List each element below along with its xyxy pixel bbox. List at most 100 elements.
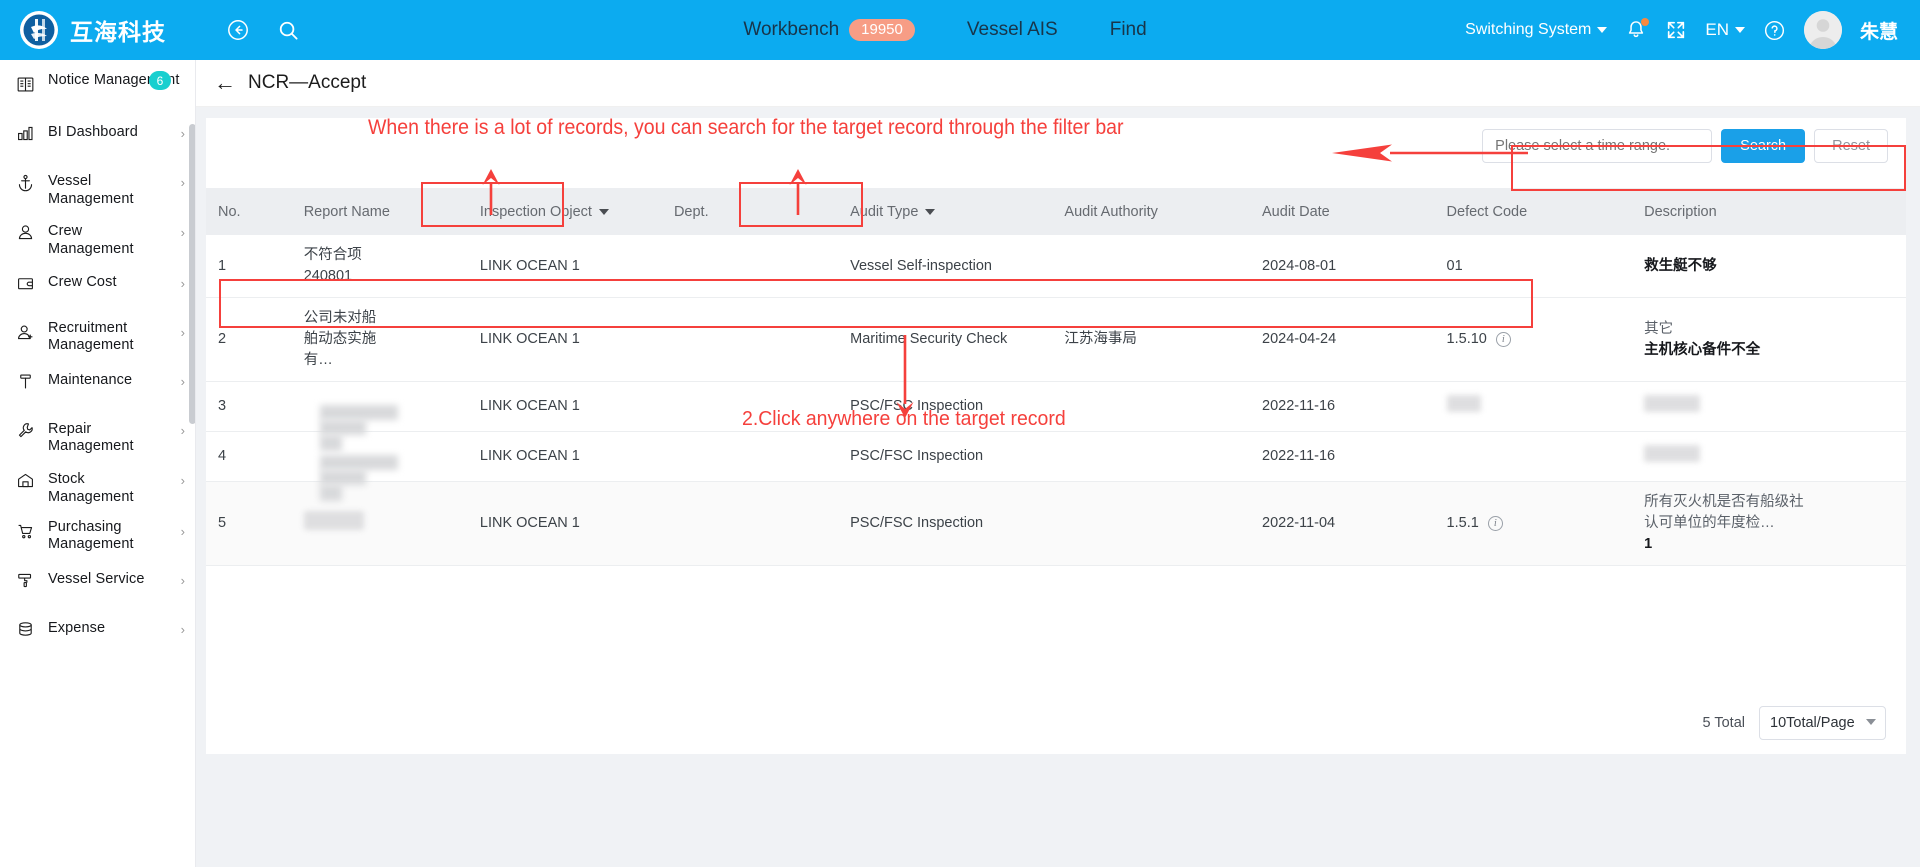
switching-system-label: Switching System bbox=[1465, 21, 1592, 38]
user-name[interactable]: 朱慧 bbox=[1860, 17, 1898, 44]
nav-find[interactable]: Find bbox=[1110, 19, 1147, 41]
cell-audit-date: 2024-04-24 bbox=[1250, 297, 1435, 383]
top-bar-right: Switching System EN 朱慧 bbox=[1465, 11, 1920, 49]
cell-audit-type: Maritime Security Check bbox=[838, 297, 1053, 383]
sidebar-item-stock-management[interactable]: Stock Management › bbox=[0, 456, 195, 506]
cart-icon bbox=[14, 507, 36, 556]
reset-button[interactable]: Reset bbox=[1814, 129, 1888, 163]
report-name-text: 不符合项240801 bbox=[303, 247, 362, 285]
table-body: 1 不符合项240801 LINK OCEAN 1 Vessel Self-in… bbox=[206, 235, 1906, 567]
arrow-left-icon[interactable]: ← bbox=[214, 72, 236, 94]
cell-report-name bbox=[291, 431, 468, 501]
cell-report-name bbox=[291, 481, 468, 567]
cell-audit-authority: 江苏海事局 bbox=[1052, 297, 1251, 383]
cell-description bbox=[1632, 381, 1906, 433]
table-row[interactable]: 4 LINK OCEAN 1 PSC/FSC Inspection 2022-1… bbox=[206, 431, 1906, 501]
top-bar: 互海科技 Workbench 19950 Vessel AIS Find Swi… bbox=[0, 0, 1920, 60]
nav-workbench[interactable]: Workbench 19950 bbox=[743, 18, 915, 42]
brand[interactable]: 互海科技 bbox=[0, 11, 205, 49]
workbench-count-badge: 19950 bbox=[849, 18, 915, 42]
sidebar-item-notice-management[interactable]: Notice Management 6 bbox=[0, 60, 195, 109]
book-icon bbox=[14, 60, 36, 109]
cell-description: 其它 主机核心备件不全 bbox=[1632, 297, 1906, 383]
search-button[interactable]: Search bbox=[1721, 129, 1806, 163]
cell-description bbox=[1632, 431, 1906, 483]
sidebar-item-label: Crew Cost bbox=[48, 273, 117, 290]
sidebar-item-recruitment-management[interactable]: Recruitment Management › bbox=[0, 308, 195, 357]
sidebar-item-label: Crew Management bbox=[48, 223, 134, 258]
table-row[interactable]: 1 不符合项240801 LINK OCEAN 1 Vessel Self-in… bbox=[206, 235, 1906, 299]
sidebar-scrollbar[interactable] bbox=[189, 124, 195, 424]
language-selector[interactable]: EN bbox=[1705, 20, 1745, 40]
sidebar-item-maintenance[interactable]: Maintenance › bbox=[0, 357, 195, 406]
chevron-right-icon: › bbox=[180, 621, 185, 637]
cell-defect-code bbox=[1434, 431, 1633, 483]
cell-audit-date: 2022-11-04 bbox=[1250, 481, 1435, 567]
notice-badge: 6 bbox=[149, 71, 171, 90]
description-bold-text: 1 bbox=[1644, 536, 1653, 553]
cell-audit-date: 2024-08-01 bbox=[1250, 235, 1435, 299]
sidebar-item-repair-management[interactable]: Repair Management › bbox=[0, 406, 195, 456]
cell-audit-type: Vessel Self-inspection bbox=[838, 235, 1053, 299]
page-size-select[interactable]: 10Total/Page bbox=[1759, 706, 1886, 740]
wallet-icon bbox=[14, 259, 36, 308]
column-header-inspection-object[interactable]: Inspection Object bbox=[467, 188, 662, 235]
page-title: NCR—Accept bbox=[248, 72, 367, 93]
chevron-down-icon bbox=[598, 208, 609, 215]
table-row[interactable]: 3 LINK OCEAN 1 PSC/FSC Inspection 2022-1… bbox=[206, 381, 1906, 451]
back-circle-icon[interactable] bbox=[221, 13, 255, 47]
switching-system-dropdown[interactable]: Switching System bbox=[1465, 21, 1608, 39]
sidebar-item-bi-dashboard[interactable]: BI Dashboard › bbox=[0, 109, 195, 158]
warehouse-icon bbox=[14, 456, 36, 505]
nav-vessel-ais[interactable]: Vessel AIS bbox=[967, 19, 1058, 41]
cell-defect-code: 1.5.10 i bbox=[1434, 297, 1633, 383]
cell-inspection-object: LINK OCEAN 1 bbox=[467, 297, 662, 383]
cell-no: 1 bbox=[206, 235, 292, 299]
table-container: No. Report Name Inspection Object Dept. bbox=[206, 188, 1906, 567]
total-count-label: 5 Total bbox=[1702, 715, 1745, 731]
description-top-text: 所有灭火机是否有船级社认可单位的年度检… bbox=[1644, 494, 1804, 532]
column-header-audit-type[interactable]: Audit Type bbox=[838, 188, 1053, 235]
sidebar-item-vessel-service[interactable]: Vessel Service › bbox=[0, 556, 195, 605]
top-nav-links: Workbench 19950 Vessel AIS Find bbox=[425, 18, 1465, 42]
description-bold-text: 主机核心备件不全 bbox=[1644, 341, 1761, 358]
sidebar-item-purchasing-management[interactable]: Purchasing Management › bbox=[0, 507, 195, 556]
bell-notification-dot bbox=[1641, 18, 1650, 26]
search-icon[interactable] bbox=[271, 13, 305, 47]
cell-dept bbox=[661, 481, 839, 567]
sidebar-item-label: BI Dashboard bbox=[48, 124, 138, 140]
bell-icon[interactable] bbox=[1625, 18, 1650, 41]
table-row[interactable]: 5 LINK OCEAN 1 PSC/FSC Inspection 2022-1… bbox=[206, 481, 1906, 567]
fullscreen-icon[interactable] bbox=[1665, 19, 1687, 41]
cell-dept bbox=[661, 297, 839, 383]
time-range-input[interactable] bbox=[1482, 129, 1713, 163]
sidebar-item-label: Recruitment Management bbox=[48, 319, 134, 354]
info-icon[interactable]: i bbox=[1487, 515, 1503, 531]
avatar[interactable] bbox=[1803, 11, 1842, 49]
paint-roller-icon bbox=[14, 556, 36, 605]
cell-description: 所有灭火机是否有船级社认可单位的年度检… 1 bbox=[1632, 481, 1906, 567]
sidebar-item-label: Stock Management bbox=[48, 471, 134, 505]
sidebar-item-label: Vessel Management bbox=[48, 173, 134, 207]
cell-audit-date: 2022-11-16 bbox=[1250, 381, 1435, 433]
sidebar-item-crew-cost[interactable]: Crew Cost › bbox=[0, 259, 195, 308]
cell-inspection-object: LINK OCEAN 1 bbox=[467, 381, 662, 433]
table-row[interactable]: 2 公司未对船舶动态实施有… LINK OCEAN 1 Maritime Sec… bbox=[206, 297, 1906, 383]
sidebar-item-crew-management[interactable]: Crew Management › bbox=[0, 208, 195, 258]
pagination: 5 Total 10Total/Page bbox=[1703, 706, 1886, 740]
column-header-label: Audit Type bbox=[850, 203, 919, 220]
info-icon[interactable]: i bbox=[1495, 331, 1511, 347]
cell-audit-type: PSC/FSC Inspection bbox=[838, 481, 1053, 567]
chevron-down-icon bbox=[1734, 27, 1745, 33]
sidebar-item-vessel-management[interactable]: Vessel Management › bbox=[0, 158, 195, 208]
chevron-right-icon: › bbox=[180, 422, 185, 438]
person-add-icon bbox=[14, 308, 36, 357]
chevron-right-icon: › bbox=[180, 126, 185, 141]
help-icon[interactable] bbox=[1763, 19, 1786, 42]
bar-chart-icon bbox=[14, 109, 36, 158]
cell-inspection-object: LINK OCEAN 1 bbox=[467, 481, 662, 567]
cell-audit-authority bbox=[1052, 431, 1251, 483]
sidebar-item-expense[interactable]: Expense › bbox=[0, 605, 195, 654]
column-header-defect-code: Defect Code bbox=[1434, 188, 1633, 235]
cell-report-name bbox=[291, 381, 468, 451]
